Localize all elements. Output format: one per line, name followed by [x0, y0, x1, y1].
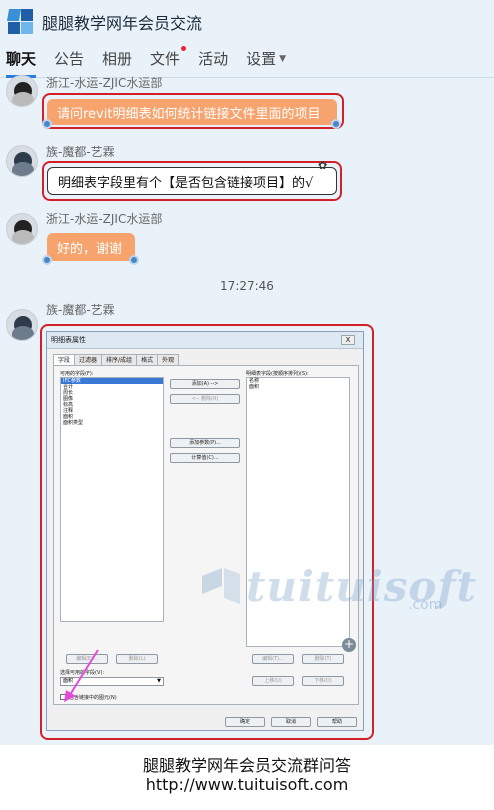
message-bubble[interactable]: 请问revit明细表如何统计链接文件里面的项目 [47, 99, 337, 125]
ok-button[interactable]: 确定 [225, 717, 265, 727]
title-bar: 腿腿教学网年会员交流 [0, 0, 494, 44]
group-logo-icon [6, 9, 34, 35]
caption: 腿腿教学网年会员交流群问答 http://www.tuituisoft.com [0, 756, 494, 794]
avatar[interactable] [6, 75, 38, 107]
move-down-button[interactable]: 下移(D) [302, 676, 344, 686]
dialog-tab-fields[interactable]: 字段 [53, 354, 76, 365]
add-icon[interactable]: + [342, 638, 356, 652]
help-button[interactable]: 帮助 [317, 717, 357, 727]
add-parameter-button[interactable]: 添加参数(P)... [170, 438, 240, 448]
dialog-tab-format[interactable]: 格式 [136, 354, 159, 365]
delete-left-button[interactable]: 删除(L) [116, 654, 158, 664]
message-bubble[interactable]: 明细表字段里有个【是否包含链接项目】的√ [47, 167, 337, 195]
bubble-decoration-icon [129, 255, 139, 265]
tab-announcement[interactable]: 公告 [54, 44, 84, 78]
edit-right-button[interactable]: 编辑(T)... [252, 654, 294, 664]
message-sender: 浙江-水运-ZJIC水运部 [46, 212, 163, 226]
dialog-title-bar: 明细表属性 X [47, 332, 363, 349]
list-item[interactable]: 面积类型 [61, 420, 163, 426]
caption-url: http://www.tuituisoft.com [145, 775, 349, 794]
avatar[interactable] [6, 309, 38, 341]
bubble-decoration-icon [42, 119, 52, 129]
notification-dot-icon [181, 45, 187, 51]
move-up-button[interactable]: 上移(U) [252, 676, 294, 686]
chevron-down-icon: ▼ [279, 54, 287, 64]
avatar[interactable] [6, 145, 38, 177]
app-title: 腿腿教学网年会员交流 [42, 14, 203, 33]
scheduled-fields-label: 明细表字段(按顺序排列)(S): [246, 371, 309, 377]
watermark-logo-icon [202, 568, 240, 604]
cancel-button[interactable]: 取消 [271, 717, 311, 727]
dialog-tabs: 字段 过滤器 排序/成组 格式 外观 [53, 354, 180, 365]
delete-right-button[interactable]: 删除(T) [302, 654, 344, 664]
add-button[interactable]: 添加(A) --> [170, 379, 240, 389]
caption-title: 腿腿教学网年会员交流群问答 [142, 756, 351, 775]
calculated-value-button[interactable]: 计算值(C)... [170, 453, 240, 463]
dialog-title: 明细表属性 [51, 336, 86, 344]
list-item[interactable]: 面积 [247, 384, 349, 390]
tab-settings[interactable]: 设置 ▼ [246, 44, 286, 78]
remove-button[interactable]: <-- 删除(R) [170, 394, 240, 404]
dialog-tab-sorting[interactable]: 排序/成组 [101, 354, 138, 365]
pointer-arrow-icon [64, 649, 99, 702]
close-icon[interactable]: X [341, 335, 355, 345]
message-timestamp: 17:27:46 [220, 279, 274, 293]
available-fields-label: 可用的字段(F): [60, 371, 94, 377]
avatar[interactable] [6, 213, 38, 245]
tab-files[interactable]: 文件 [150, 44, 187, 78]
dialog-tab-appearance[interactable]: 外观 [157, 354, 180, 365]
message-sender: 族-魔都-艺霖 [46, 145, 115, 159]
chat-window: 腿腿教学网年会员交流 聊天 公告 相册 文件 活动 设置 ▼ 浙江-水运-ZJIC… [0, 0, 494, 745]
message-sender: 族-魔都-艺霖 [46, 303, 115, 317]
tab-bar: 聊天 公告 相册 文件 活动 设置 ▼ [0, 44, 494, 78]
available-fields-list[interactable]: IFC参数 合计 周长 图像 标高 注释 面积 面积类型 [60, 377, 164, 622]
tab-activity[interactable]: 活动 [198, 44, 228, 78]
tab-album[interactable]: 相册 [102, 44, 132, 78]
tab-chat[interactable]: 聊天 [6, 44, 37, 78]
bubble-decoration-icon [42, 255, 52, 265]
bubble-decoration-icon: ✿ [318, 159, 328, 172]
message-sender: 浙江-水运-ZJIC水运部 [46, 76, 163, 90]
dialog-tab-filter[interactable]: 过滤器 [74, 354, 103, 365]
message-bubble[interactable]: 好的，谢谢 [47, 233, 135, 261]
watermark-suffix: .com [408, 597, 443, 613]
bubble-decoration-icon [331, 119, 341, 129]
